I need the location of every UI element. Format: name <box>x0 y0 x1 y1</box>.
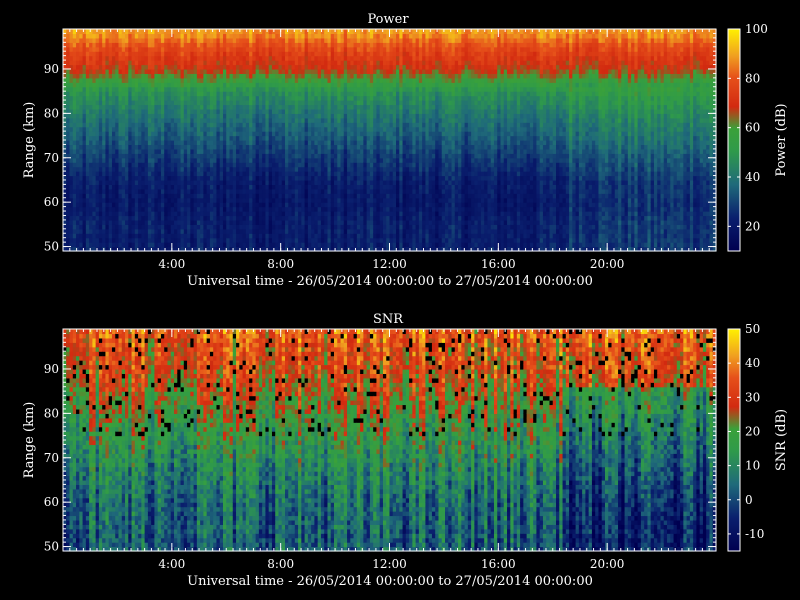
power-panel: Power 4:00 8:00 12:00 16:00 20:005060708090 … <box>22 12 789 289</box>
chart-canvas: Power 4:00 8:00 12:00 16:00 20:005060708090 … <box>22 12 789 589</box>
power-heatmap <box>63 29 717 252</box>
power-title: Power <box>367 12 409 27</box>
